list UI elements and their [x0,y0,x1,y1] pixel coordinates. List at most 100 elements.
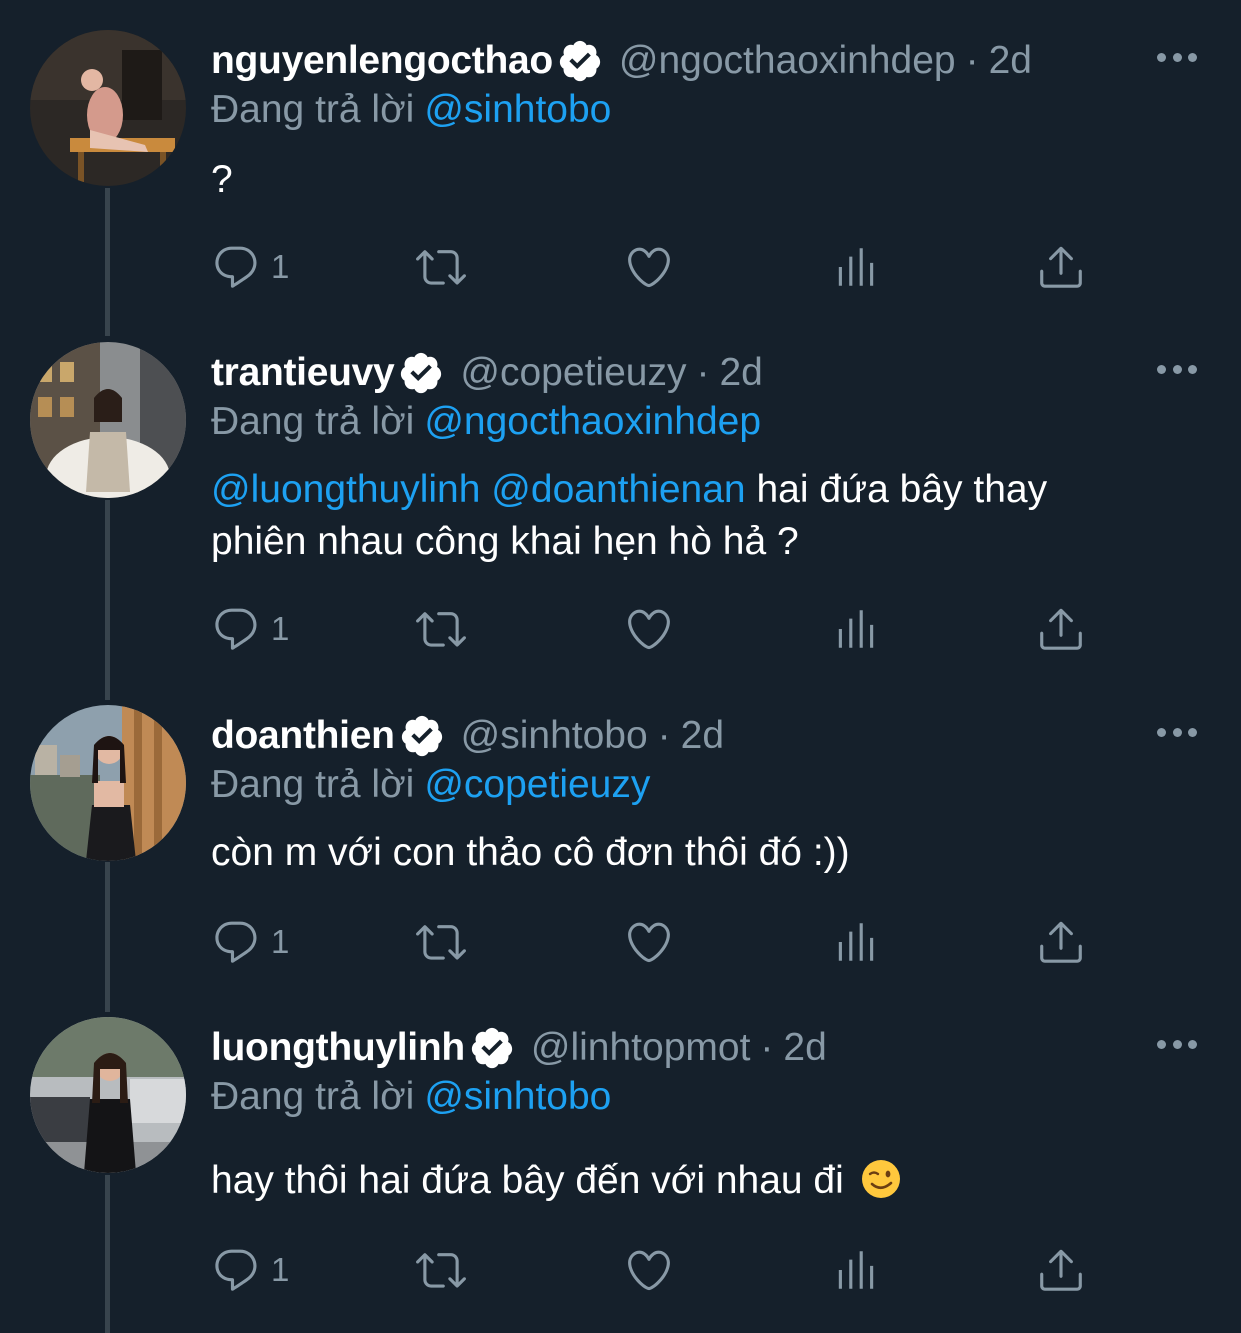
like-icon [628,247,670,288]
analytics-icon [838,610,874,648]
replying-to-label: Đang trả lời [211,88,415,131]
separator-dot: · [965,39,979,82]
winking-face-emoji-icon [861,1160,900,1198]
replying-to: Đang trả lời @sinhtobo [211,1075,611,1119]
avatar[interactable] [30,342,186,498]
analytics-icon [838,923,874,961]
share-button[interactable] [1036,604,1086,654]
like-button[interactable] [624,1245,674,1295]
replying-to-label: Đang trả lời [211,1075,415,1118]
reply-button[interactable]: 1 [211,604,289,654]
replying-to-mention[interactable]: @sinhtobo [424,1075,611,1118]
tweet-text: hay thôi hai đứa bây đến với nhau đi [211,1155,1191,1207]
reply-button[interactable]: 1 [211,242,289,292]
retweet-icon [416,1253,466,1288]
share-icon [1040,921,1082,963]
share-icon [1040,608,1082,650]
analytics-button[interactable] [831,1245,881,1295]
like-icon [628,1250,670,1291]
timestamp[interactable]: 2d [989,39,1032,83]
reply-icon [215,246,257,288]
tweet-actions: 1 [211,242,1111,292]
tweet[interactable]: luongthuylinh @linhtopmot · 2d Đang trả … [0,1017,1241,1317]
reply-icon [215,1249,257,1291]
separator-dot: · [657,714,671,757]
like-icon [628,609,670,650]
tweet-text-content: ? [211,158,233,201]
like-icon [628,922,670,963]
tweet-text: ? [211,154,1191,206]
replying-to-label: Đang trả lời [211,763,415,806]
user-handle[interactable]: @linhtopmot [531,1026,751,1070]
tweet-actions: 1 [211,1245,1111,1295]
tweet-mention[interactable]: @doanthienan [491,468,745,511]
verified-badge-icon [471,1027,512,1069]
replying-to-label: Đang trả lời [211,400,415,443]
display-name[interactable]: doanthien [211,714,395,758]
more-options-icon[interactable] [1157,50,1197,64]
analytics-button[interactable] [831,917,881,967]
tweet-text-content: phiên nhau công khai hẹn hò hả ? [211,520,799,563]
reply-count: 1 [271,248,290,285]
analytics-button[interactable] [831,242,881,292]
verified-badge-icon [401,352,442,394]
tweet-actions: 1 [211,917,1111,967]
analytics-icon [838,1251,874,1289]
replying-to: Đang trả lời @sinhtobo [211,88,611,132]
share-icon [1040,246,1082,288]
separator-dot: · [760,1026,774,1069]
more-options-icon[interactable] [1157,725,1197,739]
share-button[interactable] [1036,242,1086,292]
reply-count: 1 [271,1251,290,1288]
like-button[interactable] [624,604,674,654]
retweet-button[interactable] [416,242,466,292]
replying-to-mention[interactable]: @copetieuzy [424,763,650,806]
tweet[interactable]: nguyenlengocthao @ngocthaoxinhdep · 2d Đ… [0,30,1241,320]
user-handle[interactable]: @sinhtobo [461,714,648,758]
tweet-text: còn m với con thảo cô đơn thôi đó :)) [211,827,1191,879]
retweet-button[interactable] [416,604,466,654]
tweet[interactable]: doanthien @sinhtobo · 2d Đang trả lời @co… [0,705,1241,995]
retweet-button[interactable] [416,1245,466,1295]
retweet-icon [416,925,466,960]
user-handle[interactable]: @ngocthaoxinhdep [619,39,956,83]
reply-button[interactable]: 1 [211,1245,289,1295]
more-options-icon[interactable] [1157,362,1197,376]
tweet[interactable]: trantieuvy @copetieuzy · 2d Đang trả lời… [0,342,1241,672]
verified-badge-icon [401,715,442,757]
display-name[interactable]: nguyenlengocthao [211,39,553,83]
retweet-icon [416,612,466,647]
user-handle[interactable]: @copetieuzy [460,351,686,395]
tweet-mention[interactable]: @luongthuylinh [211,468,480,511]
avatar[interactable] [30,30,186,186]
replying-to-mention[interactable]: @ngocthaoxinhdep [424,400,761,443]
more-options-icon[interactable] [1157,1037,1197,1051]
like-button[interactable] [624,917,674,967]
tweet-text-content: còn m với con thảo cô đơn thôi đó :)) [211,831,850,874]
display-name[interactable]: trantieuvy [211,351,395,395]
reply-icon [215,608,257,650]
retweet-icon [416,250,466,285]
timestamp[interactable]: 2d [681,714,724,758]
avatar[interactable] [30,1017,186,1173]
reply-count: 1 [271,923,290,960]
avatar[interactable] [30,705,186,861]
tweet-text: @luongthuylinh @doanthienan hai đứa bây … [211,464,1191,568]
replying-to-mention[interactable]: @sinhtobo [424,88,611,131]
retweet-button[interactable] [416,917,466,967]
display-name[interactable]: luongthuylinh [211,1026,465,1070]
replying-to: Đang trả lời @ngocthaoxinhdep [211,400,761,444]
share-button[interactable] [1036,917,1086,967]
share-icon [1040,1249,1082,1291]
tweet-text-content: hai đứa bây thay [756,468,1048,511]
like-button[interactable] [624,242,674,292]
tweet-actions: 1 [211,604,1111,654]
analytics-icon [838,248,874,286]
timestamp[interactable]: 2d [719,351,762,395]
analytics-button[interactable] [831,604,881,654]
separator-dot: · [696,351,710,394]
timestamp[interactable]: 2d [783,1026,826,1070]
reply-button[interactable]: 1 [211,917,289,967]
tweet-text-content: hay thôi hai đứa bây đến với nhau đi [211,1159,844,1202]
share-button[interactable] [1036,1245,1086,1295]
